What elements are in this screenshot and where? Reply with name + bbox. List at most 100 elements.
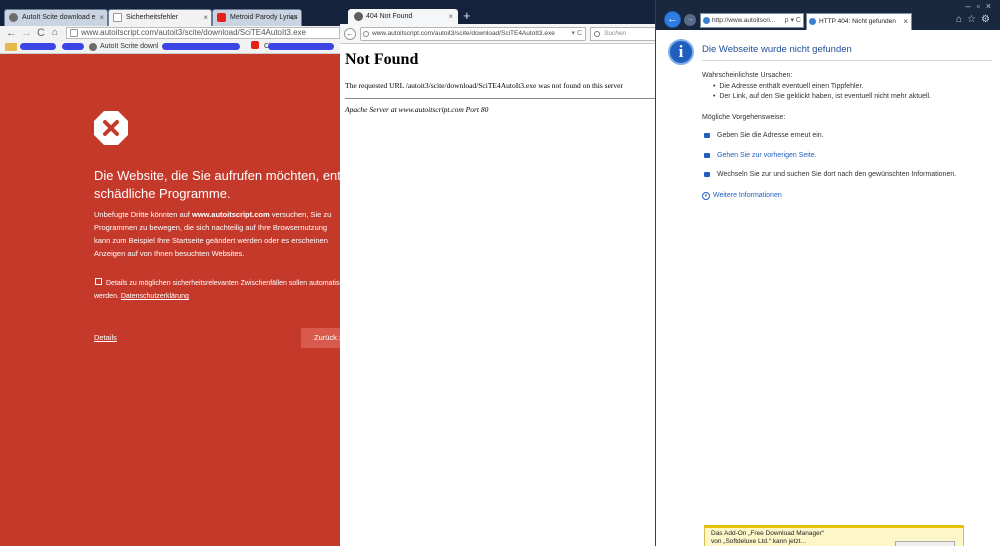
folder-icon[interactable] — [5, 43, 17, 51]
new-tab-button[interactable]: + — [463, 8, 471, 23]
tab-label: HTTP 404: Nicht gefunden — [819, 18, 896, 25]
tab-label: AutoIt Scite download e — [22, 14, 96, 21]
previous-page-link[interactable]: Gehen Sie zur vorherigen Seite. — [717, 152, 817, 159]
forward-icon[interactable]: → — [684, 14, 696, 26]
body-line: Programmen zu bewegen, die sich nachteil… — [94, 223, 328, 232]
body-line: kann zum Beispiel Ihre Startseite geände… — [94, 236, 328, 245]
firefox-search-bar[interactable]: Suchen — [590, 27, 655, 41]
step-arrow-icon — [704, 133, 710, 138]
close-icon[interactable]: × — [99, 10, 104, 25]
ie-window: ← → http://www.autoitscri... ρ ▾ C HTTP … — [655, 0, 1000, 546]
cause-item: • Die Adresse enthält eventuell einen Ti… — [713, 83, 864, 90]
firefox-toolbar: ← www.autoitscript.com/autoit3/scite/dow… — [340, 24, 655, 44]
warning-headline: Die Website, die Sie aufrufen möchten, e… — [94, 167, 340, 203]
chrome-tab-sicherheitsfehler[interactable]: Sicherheitsfehler × — [108, 9, 212, 26]
search-placeholder: Suchen — [604, 30, 627, 37]
autoit-icon — [9, 13, 18, 22]
malware-warning-page: Die Website, die Sie aufrufen möchten, e… — [0, 55, 340, 546]
divider — [345, 98, 655, 99]
page-title: Not Found — [345, 51, 419, 68]
firefox-tab-404[interactable]: 404 Not Found × — [348, 9, 458, 24]
step-arrow-icon — [704, 172, 710, 177]
ie-error-page: i Die Webseite wurde nicht gefunden Wahr… — [656, 31, 1000, 546]
chrome-window: AutoIt Scite download e × Sicherheitsfeh… — [0, 0, 340, 546]
error-message: The requested URL /autoit3/scite/downloa… — [345, 81, 623, 90]
home-icon[interactable]: ⌂ — [52, 26, 58, 40]
reload-icon[interactable]: C — [37, 26, 45, 40]
ie-address-bar[interactable]: http://www.autoitscri... ρ ▾ C — [700, 13, 804, 28]
checkbox-text: werden. — [94, 293, 121, 300]
chrome-address-bar[interactable]: www.autoitscript.com/autoit3/scite/downl… — [66, 27, 340, 39]
chrome-tab-youtube[interactable]: Metroid Parody Lyrics ◂× — [212, 9, 302, 26]
body-text: Unbefugte Dritte könnten auf — [94, 210, 192, 219]
close-icon[interactable]: × — [448, 9, 453, 24]
privacy-policy-link[interactable]: Datenschutzerklärung — [121, 293, 189, 300]
back-icon[interactable]: ← — [344, 28, 356, 40]
cause-text: Die Adresse enthält eventuell einen Tipp… — [719, 83, 864, 90]
globe-icon — [363, 31, 369, 37]
cause-item: • Der Link, auf den Sie geklickt haben, … — [713, 93, 932, 100]
redaction-scribble — [20, 43, 56, 50]
audio-icon[interactable]: ◂× — [289, 10, 298, 25]
forward-icon[interactable]: → — [21, 26, 32, 40]
details-link[interactable]: Details — [94, 333, 117, 342]
addon-notification-bar[interactable]: Das Add-On „Free Download Manager“ von „… — [704, 525, 964, 546]
toolbar-icons[interactable]: ⌂☆⚙ — [956, 14, 995, 25]
ie-titlebar: ← → http://www.autoitscri... ρ ▾ C HTTP … — [656, 0, 1000, 30]
page-icon — [70, 29, 78, 37]
bookmarks-bar: AutoIt Scrite downl Ch — [0, 40, 340, 54]
chevron-down-icon: ▾ — [702, 192, 710, 200]
window-controls[interactable]: –▫× — [966, 1, 997, 11]
more-info-label: Weitere Informationen — [713, 192, 782, 199]
search-icon — [594, 31, 600, 37]
youtube-icon — [251, 41, 259, 49]
close-icon[interactable]: × — [903, 14, 908, 29]
chrome-tab-autoit[interactable]: AutoIt Scite download e × — [4, 9, 108, 26]
checkbox-text-line2: werden. Datenschutzerklärung — [94, 290, 340, 303]
not-found-page: Not Found The requested URL /autoit3/sci… — [340, 45, 655, 546]
chrome-tabstrip: AutoIt Scite download e × Sicherheitsfeh… — [0, 0, 340, 26]
steps-label: Mögliche Vorgehensweise: — [702, 114, 786, 121]
page-title: Die Webseite wurde nicht gefunden — [702, 44, 852, 55]
url-text: http://www.autoitscri... — [712, 17, 776, 24]
headline-line: Die Website, die Sie aufrufen möchten, e… — [94, 168, 340, 183]
info-icon: i — [668, 39, 694, 65]
causes-label: Wahrscheinlichste Ursachen: — [702, 72, 793, 79]
site-name: www.autoitscript.com — [191, 210, 270, 219]
chrome-toolbar: ← → C ⌂ www.autoitscript.com/autoit3/sci… — [0, 26, 340, 40]
redaction-scribble — [62, 43, 84, 50]
firefox-tabstrip: 404 Not Found × + — [340, 0, 655, 24]
notification-text: Das Add-On „Free Download Manager“ — [711, 530, 825, 537]
server-signature: Apache Server at www.autoitscript.com Po… — [345, 105, 489, 114]
more-info-link[interactable]: ▾ Weitere Informationen — [702, 192, 782, 200]
autoit-icon — [354, 12, 363, 21]
cause-text: Der Link, auf den Sie geklickt haben, is… — [719, 93, 932, 100]
firefox-address-bar[interactable]: www.autoitscript.com/autoit3/scite/downl… — [360, 27, 586, 41]
redaction-scribble — [268, 43, 334, 50]
reload-icon[interactable]: ▾ C — [571, 28, 582, 40]
body-line: Anzeigen auf von Ihnen besuchten Website… — [94, 249, 245, 258]
autoit-icon — [89, 43, 97, 51]
back-icon[interactable]: ← — [664, 11, 681, 28]
warning-body: Unbefugte Dritte könnten auf www.autoits… — [94, 208, 340, 260]
search-icon[interactable]: ρ ▾ C — [785, 14, 801, 27]
youtube-icon — [217, 13, 226, 22]
page-icon — [113, 13, 122, 22]
tab-label: Sicherheitsfehler — [126, 14, 179, 21]
ie-tab-404[interactable]: HTTP 404: Nicht gefunden × — [806, 13, 912, 30]
notification-button[interactable] — [895, 541, 955, 546]
back-to-safety-button[interactable]: Zurück z — [301, 328, 340, 348]
divider — [702, 60, 992, 61]
bookmark-label: AutoIt Scrite downl — [100, 43, 159, 50]
back-icon[interactable]: ← — [6, 26, 17, 40]
bookmark-autoit[interactable]: AutoIt Scrite downl — [89, 40, 158, 54]
redaction-scribble — [162, 43, 240, 50]
ie-page-icon — [809, 18, 816, 25]
close-icon[interactable]: × — [203, 10, 208, 25]
step-retype: Geben Sie die Adresse erneut ein. — [717, 132, 824, 139]
report-checkbox-label: Details zu möglichen sicherheitsrelevant… — [94, 277, 340, 303]
danger-octagon-icon — [94, 111, 128, 145]
url-text: www.autoitscript.com/autoit3/scite/downl… — [372, 30, 555, 37]
checkbox-text: Details zu möglichen sicherheitsrelevant… — [106, 280, 340, 287]
step-search: Wechseln Sie zur und suchen Sie dort nac… — [717, 171, 957, 178]
